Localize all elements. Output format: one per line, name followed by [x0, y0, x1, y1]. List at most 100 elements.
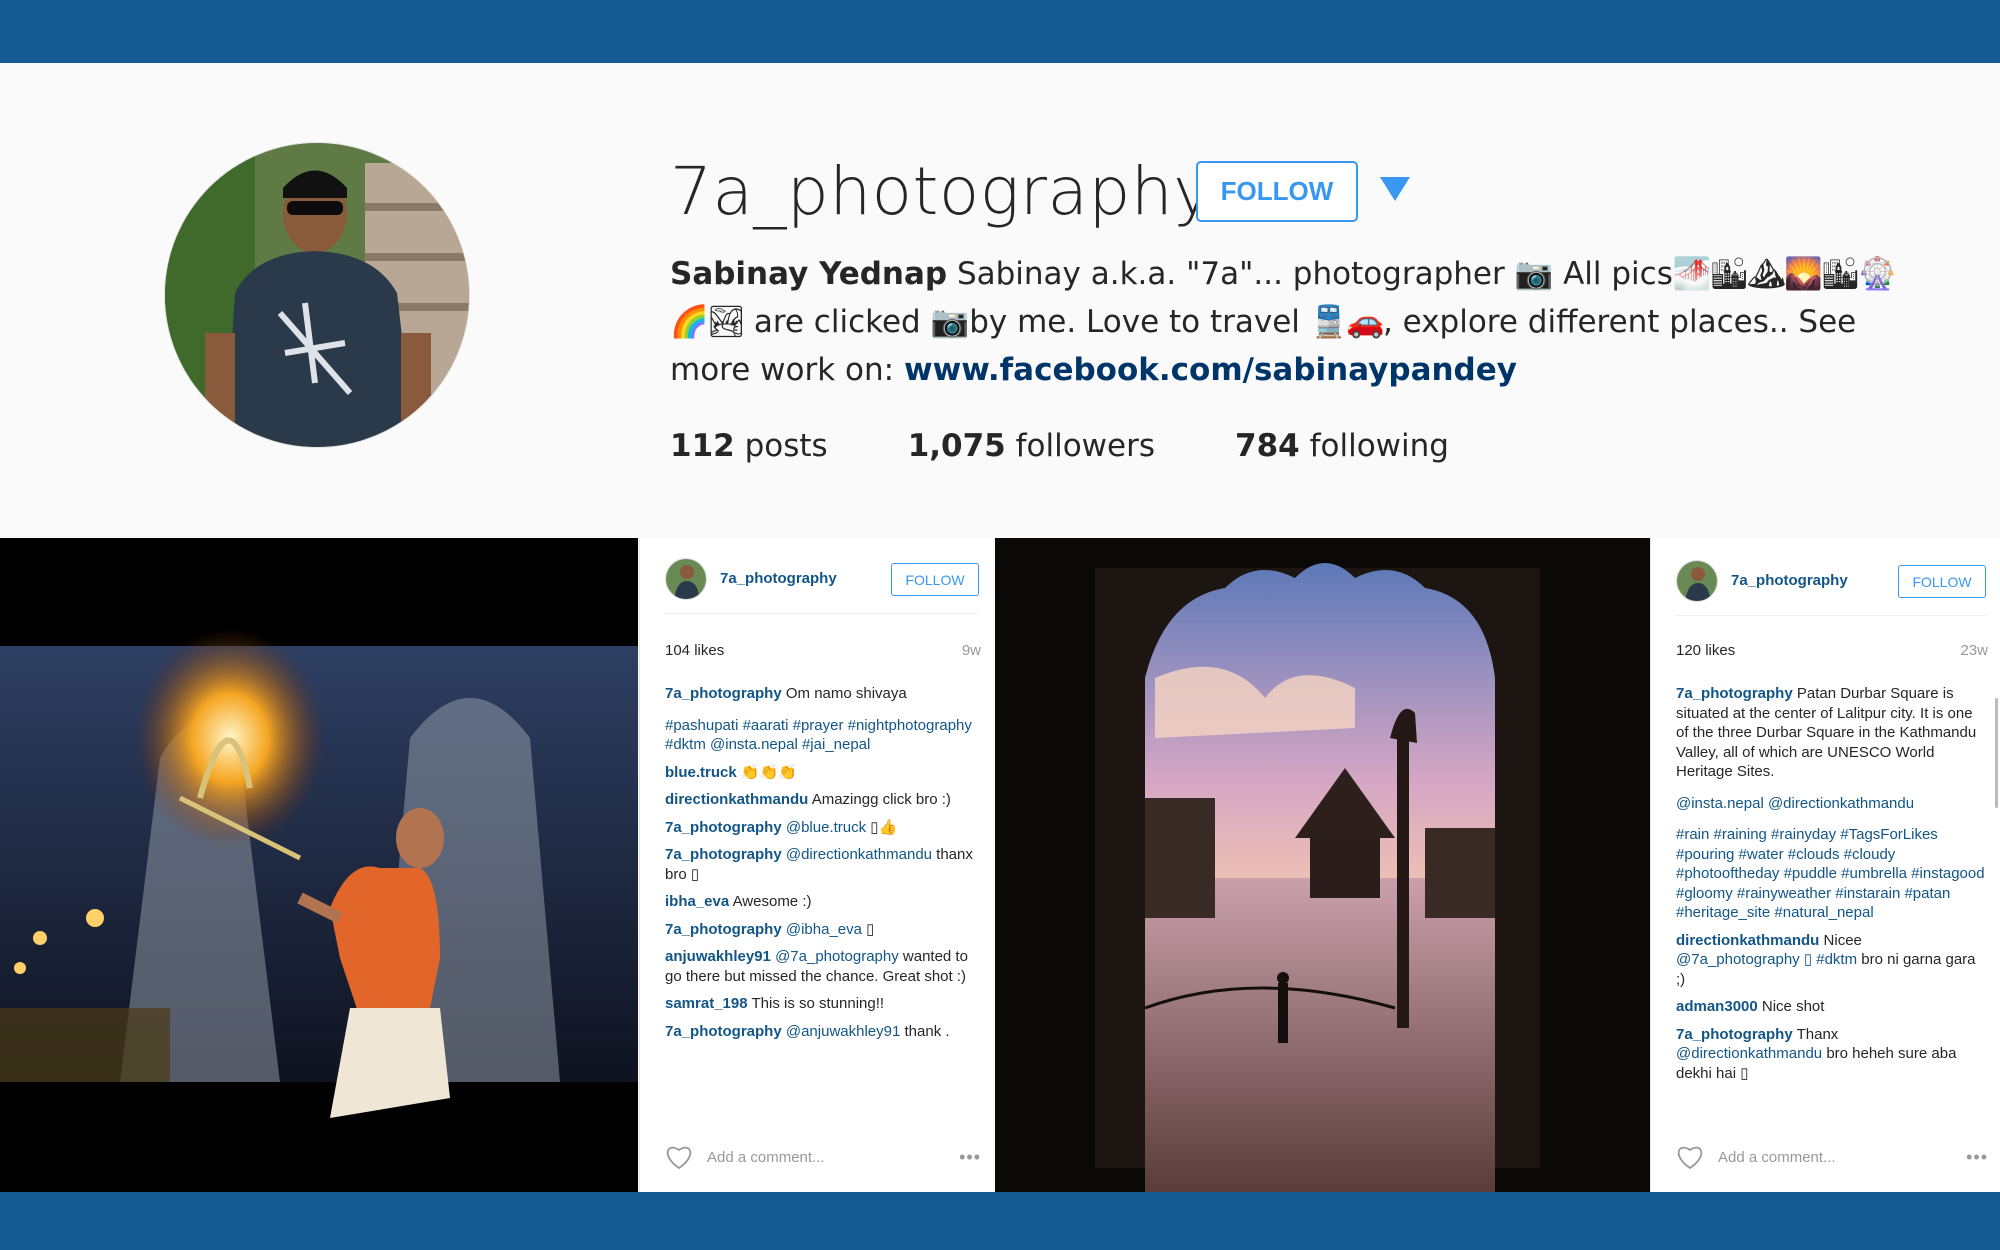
- posts-count: 112: [670, 428, 735, 464]
- profile-username: 7a_photography: [670, 153, 1213, 230]
- comment-item: samrat_198 This is so stunning!!: [665, 994, 979, 1014]
- followers-count: 1,075: [907, 428, 1006, 464]
- post-2-comments: 7a_photography Patan Durbar Square is si…: [1676, 684, 1986, 1120]
- caption-username[interactable]: 7a_photography: [665, 685, 782, 702]
- comment-mention[interactable]: @7a_photography ▯ #dktm: [1676, 951, 1857, 968]
- post-2-username[interactable]: 7a_photography: [1731, 572, 1848, 589]
- profile-stats: 112 posts 1,075 followers 784 following: [670, 428, 1449, 464]
- post-1-avatar[interactable]: [665, 558, 707, 600]
- post-2-avatar[interactable]: [1676, 560, 1718, 602]
- comment-text: This is so stunning!!: [751, 995, 885, 1012]
- avatar-photo: [165, 143, 469, 447]
- caption-username[interactable]: 7a_photography: [1676, 685, 1793, 702]
- post-2-age: 23w: [1960, 642, 1988, 659]
- bio-text-1: Sabinay a.k.a. "7a"... photographer: [947, 256, 1515, 292]
- comment-text: Nicee: [1823, 931, 1862, 949]
- comment-text: Amazingg click bro :): [811, 791, 951, 808]
- comment-mention[interactable]: @directionkathmandu: [786, 846, 932, 863]
- comment-text: ▯👍: [870, 818, 898, 836]
- comment-item: directionkathmandu Amazingg click bro :): [665, 790, 979, 810]
- top-banner: [0, 0, 2000, 63]
- comment-item: 7a_photography Thanx @directionkathmandu…: [1676, 1025, 1986, 1084]
- post-2-hashtags[interactable]: #rain #raining #rainyday #TagsForLikes #…: [1676, 825, 1986, 923]
- post-1-likes[interactable]: 104 likes: [665, 642, 724, 659]
- patan-durbar-square-photo: [995, 538, 1650, 1192]
- post-1-likes-row: 104 likes 9w: [665, 642, 981, 659]
- post-1-sidebar: 7a_photography FOLLOW 104 likes 9w 7a_ph…: [639, 538, 993, 1192]
- follow-button[interactable]: FOLLOW: [1196, 161, 1358, 222]
- comment-username[interactable]: 7a_photography: [1676, 1026, 1793, 1043]
- post-1-header: 7a_photography FOLLOW: [665, 558, 979, 614]
- posts-label: posts: [744, 428, 828, 464]
- post-2-photo[interactable]: [995, 538, 1650, 1192]
- post-2-mentions[interactable]: @insta.nepal @directionkathmandu: [1676, 794, 1986, 814]
- post-1-follow-button[interactable]: FOLLOW: [891, 563, 979, 596]
- bottom-banner: [0, 1192, 2000, 1250]
- post-1-comment-bar: Add a comment... •••: [665, 1142, 981, 1172]
- post-2-follow-button[interactable]: FOLLOW: [1898, 565, 1986, 598]
- post-2-likes[interactable]: 120 likes: [1676, 642, 1735, 659]
- comment-text: 👏👏👏: [740, 763, 797, 781]
- comment-text: Awesome :): [732, 893, 812, 910]
- following-count: 784: [1235, 428, 1300, 464]
- comment-mention[interactable]: @ibha_eva: [786, 921, 862, 938]
- profile-website-link[interactable]: www.facebook.com/sabinaypandey: [904, 352, 1517, 388]
- post-2-comment-bar: Add a comment... •••: [1676, 1142, 1988, 1172]
- profile-header: 7a_photography FOLLOW Sabinay Yednap Sab…: [0, 63, 2000, 538]
- caption-text: Om namo shivaya: [785, 685, 907, 702]
- like-heart-icon[interactable]: [1676, 1144, 1704, 1170]
- post-1-username[interactable]: 7a_photography: [720, 570, 837, 587]
- add-comment-input[interactable]: Add a comment...: [1718, 1149, 1966, 1166]
- comment-mention[interactable]: @anjuwakhley91: [786, 1023, 900, 1040]
- following-stat[interactable]: 784 following: [1235, 428, 1449, 464]
- comment-username[interactable]: samrat_198: [665, 995, 748, 1012]
- more-options-icon[interactable]: •••: [959, 1147, 981, 1168]
- posts-stat: 112 posts: [670, 428, 828, 464]
- mini-avatar-photo: [1677, 561, 1717, 601]
- bio-text-4: by me. Love to travel: [969, 304, 1310, 340]
- profile-bio: Sabinay Yednap Sabinay a.k.a. "7a"... ph…: [670, 250, 1920, 394]
- comment-item: directionkathmandu Nicee @7a_photography…: [1676, 931, 1986, 990]
- comments-scrollbar[interactable]: [1995, 698, 1998, 808]
- comment-username[interactable]: 7a_photography: [665, 921, 782, 938]
- post-1-comments: 7a_photography Om namo shivaya #pashupat…: [665, 684, 979, 1120]
- comment-username[interactable]: directionkathmandu: [665, 791, 808, 808]
- post-2-sidebar: 7a_photography FOLLOW 120 likes 23w 7a_p…: [1650, 538, 2000, 1192]
- post-1-photo[interactable]: [0, 538, 638, 1192]
- comment-item: 7a_photography @directionkathmandu thanx…: [665, 845, 979, 884]
- comment-item: adman3000 Nice shot: [1676, 997, 1986, 1017]
- bio-text-2: All pics: [1553, 256, 1673, 292]
- comment-text: Thanx: [1796, 1025, 1839, 1043]
- mini-avatar-photo: [666, 559, 706, 599]
- post-1-hashtags[interactable]: #pashupati #aarati #prayer #nightphotogr…: [665, 716, 979, 755]
- like-heart-icon[interactable]: [665, 1144, 693, 1170]
- camera-icon: 📷: [1514, 256, 1554, 292]
- comment-username[interactable]: adman3000: [1676, 998, 1758, 1015]
- add-comment-input[interactable]: Add a comment...: [707, 1149, 959, 1166]
- comment-username[interactable]: directionkathmandu: [1676, 932, 1819, 949]
- comment-item: 7a_photography @anjuwakhley91 thank .: [665, 1022, 979, 1042]
- comment-item: ibha_eva Awesome :): [665, 892, 979, 912]
- post-2-likes-row: 120 likes 23w: [1676, 642, 1988, 659]
- comment-mention[interactable]: @7a_photography: [775, 948, 899, 965]
- comment-item: 7a_photography @blue.truck ▯👍: [665, 818, 979, 838]
- followers-stat[interactable]: 1,075 followers: [908, 428, 1155, 464]
- follow-options-arrow-icon[interactable]: [1380, 177, 1410, 201]
- comment-text: Nice shot: [1761, 998, 1825, 1015]
- comment-item: blue.truck 👏👏👏: [665, 763, 979, 783]
- comment-username[interactable]: ibha_eva: [665, 893, 729, 910]
- comment-username[interactable]: 7a_photography: [665, 819, 782, 836]
- comment-mention[interactable]: @directionkathmandu: [1676, 1045, 1822, 1062]
- comment-item: 7a_photography @ibha_eva ▯: [665, 920, 979, 940]
- comment-mention[interactable]: @blue.truck: [786, 819, 866, 836]
- comment-username[interactable]: 7a_photography: [665, 1023, 782, 1040]
- comment-text: thank .: [904, 1022, 950, 1040]
- comment-username[interactable]: 7a_photography: [665, 846, 782, 863]
- comment-username[interactable]: blue.truck: [665, 764, 737, 781]
- more-options-icon[interactable]: •••: [1966, 1147, 1988, 1168]
- post-2-header: 7a_photography FOLLOW: [1676, 560, 1986, 616]
- comment-username[interactable]: anjuwakhley91: [665, 948, 771, 965]
- profile-full-name: Sabinay Yednap: [670, 256, 948, 292]
- post-1-age: 9w: [961, 642, 981, 659]
- profile-avatar[interactable]: [164, 142, 470, 448]
